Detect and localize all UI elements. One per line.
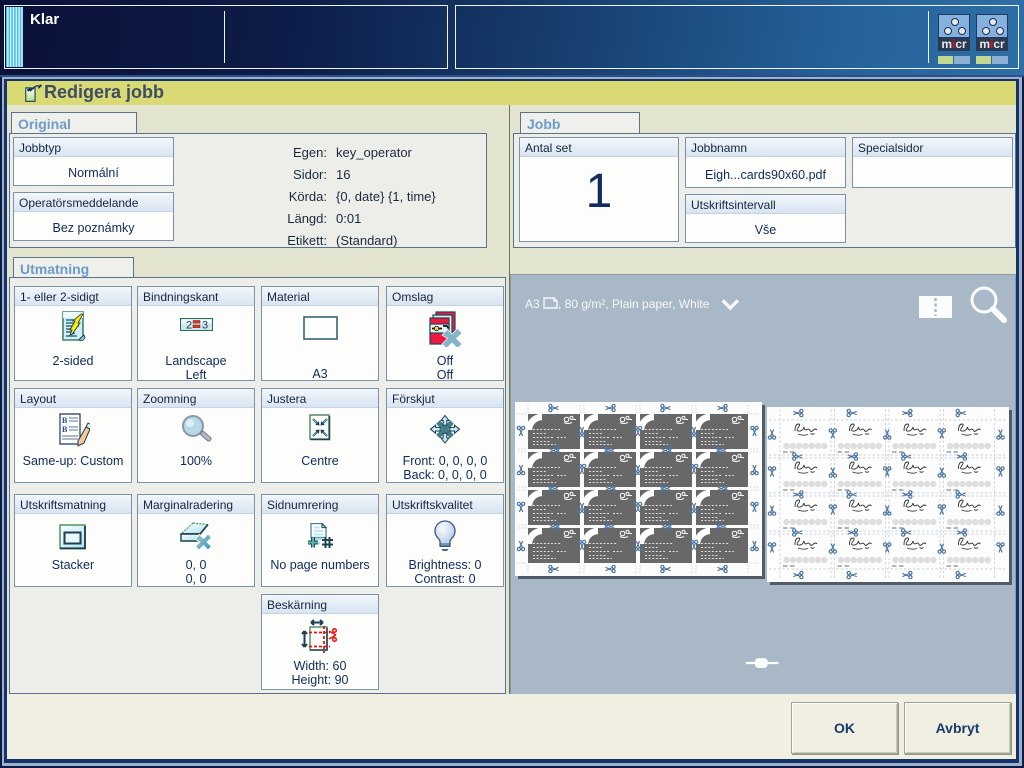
svg-text:3: 3 <box>202 320 208 332</box>
svg-text:B: B <box>62 416 68 425</box>
svg-text:2: 2 <box>186 320 192 332</box>
svg-text:B: B <box>62 425 68 434</box>
